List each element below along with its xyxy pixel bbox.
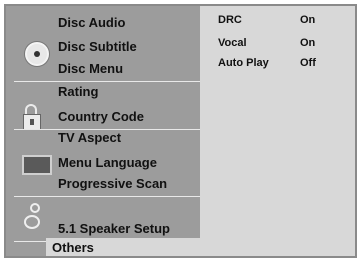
setup-screen: Disc Audio Disc Subtitle Disc Menu Ratin… xyxy=(0,0,364,262)
menu-item-rating[interactable]: Rating xyxy=(58,84,98,99)
menu-item-tv-aspect[interactable]: TV Aspect xyxy=(58,130,121,145)
screen-icon xyxy=(22,155,52,175)
options-panel: DRC On Vocal On Auto Play Off xyxy=(200,6,355,256)
option-vocal-value[interactable]: On xyxy=(300,37,315,49)
menu-item-disc-subtitle[interactable]: Disc Subtitle xyxy=(58,39,137,54)
menu-item-menu-language[interactable]: Menu Language xyxy=(58,155,157,170)
option-drc-value[interactable]: On xyxy=(300,14,315,26)
menu-item-others[interactable]: Others xyxy=(46,238,200,256)
disc-icon xyxy=(25,42,49,66)
menu-separator xyxy=(14,196,200,197)
menu-item-disc-audio[interactable]: Disc Audio xyxy=(58,15,125,30)
menu-item-others-label: Others xyxy=(52,240,94,255)
option-vocal-label: Vocal xyxy=(218,37,247,49)
menu-item-disc-menu[interactable]: Disc Menu xyxy=(58,61,123,76)
menu-item-speaker-setup[interactable]: 5.1 Speaker Setup xyxy=(58,221,170,236)
menu-item-progressive-scan[interactable]: Progressive Scan xyxy=(58,176,167,191)
option-auto-play-label: Auto Play xyxy=(218,57,269,69)
speaker-icon xyxy=(24,203,44,231)
option-drc-label: DRC xyxy=(218,14,242,26)
option-auto-play-value[interactable]: Off xyxy=(300,57,316,69)
menu-item-country-code[interactable]: Country Code xyxy=(58,109,144,124)
menu-separator xyxy=(14,81,200,82)
lock-icon xyxy=(23,104,43,130)
setup-menu: Disc Audio Disc Subtitle Disc Menu Ratin… xyxy=(6,6,200,256)
